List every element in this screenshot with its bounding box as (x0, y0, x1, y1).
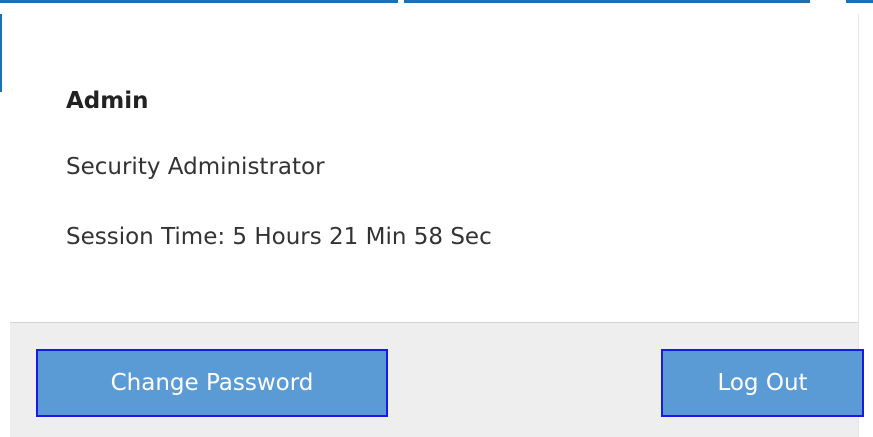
change-password-button[interactable]: Change Password (36, 349, 388, 417)
user-name: Admin (66, 88, 149, 114)
user-info-panel: Admin Security Administrator Session Tim… (10, 14, 864, 437)
tab-underline-right (846, 0, 873, 3)
change-password-label: Change Password (110, 370, 314, 396)
user-menu-popup: Admin Security Administrator Session Tim… (0, 0, 873, 437)
logout-button[interactable]: Log Out (661, 349, 864, 417)
session-time: Session Time: 5 Hours 21 Min 58 Sec (66, 224, 492, 250)
tab-underline-left (0, 0, 398, 3)
user-role: Security Administrator (66, 154, 325, 180)
user-info: Admin Security Administrator Session Tim… (66, 84, 492, 254)
popup-footer: Change Password Log Out (10, 322, 864, 437)
logout-label: Log Out (717, 370, 808, 396)
tab-underline-middle (404, 0, 810, 3)
